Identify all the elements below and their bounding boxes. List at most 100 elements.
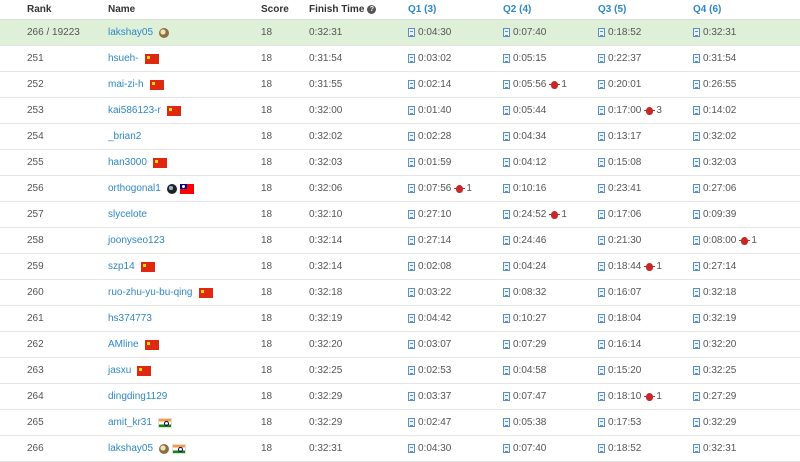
submission-doc-icon[interactable] [693,392,700,401]
username-link[interactable]: mai-zi-h [108,79,144,90]
submission-doc-icon[interactable] [598,80,605,89]
submission-doc-icon[interactable] [598,132,605,141]
submission-doc-icon[interactable] [598,314,605,323]
submission-doc-icon[interactable] [503,210,510,219]
submission-doc-icon[interactable] [408,288,415,297]
submission-doc-icon[interactable] [693,106,700,115]
header-q1-link[interactable]: Q1 (3) [408,4,436,15]
username-link[interactable]: orthogonal1 [108,183,161,194]
submission-doc-icon[interactable] [693,288,700,297]
username-link[interactable]: dingding1129 [108,391,167,402]
rank-cell: 257 [27,209,44,220]
header-q2-link[interactable]: Q2 (4) [503,4,531,15]
wrong-attempts: 1 [549,209,567,220]
submission-doc-icon[interactable] [503,184,510,193]
submission-doc-icon[interactable] [693,366,700,375]
username-link[interactable]: lakshay05 [108,443,153,454]
submission-doc-icon[interactable] [598,106,605,115]
header-q4[interactable]: Q4 (6) [693,0,721,19]
submission-doc-icon[interactable] [408,184,415,193]
submission-doc-icon[interactable] [503,340,510,349]
submission-doc-icon[interactable] [503,392,510,401]
username-link[interactable]: szp14 [108,261,135,272]
submission-doc-icon[interactable] [598,392,605,401]
submission-doc-icon[interactable] [408,418,415,427]
submission-doc-icon[interactable] [408,132,415,141]
submission-doc-icon[interactable] [503,28,510,37]
submission-doc-icon[interactable] [598,288,605,297]
submission-doc-icon[interactable] [408,262,415,271]
wrong-attempt-count: 1 [466,183,472,194]
username-link[interactable]: hs374773 [108,313,152,324]
submission-doc-icon[interactable] [598,28,605,37]
submission-doc-icon[interactable] [598,366,605,375]
solve-time: 0:03:02 [418,53,452,64]
submission-doc-icon[interactable] [408,236,415,245]
submission-doc-icon[interactable] [408,80,415,89]
submission-doc-icon[interactable] [693,158,700,167]
submission-doc-icon[interactable] [503,106,510,115]
submission-doc-icon[interactable] [598,236,605,245]
submission-doc-icon[interactable] [693,184,700,193]
submission-doc-icon[interactable] [503,54,510,63]
username-link[interactable]: amit_kr31 [108,417,152,428]
username-link[interactable]: kai586123-r [108,105,161,116]
submission-doc-icon[interactable] [598,418,605,427]
username-link[interactable]: slycelote [108,209,147,220]
username-link[interactable]: jasxu [108,365,131,376]
submission-doc-icon[interactable] [598,444,605,453]
submission-doc-icon[interactable] [693,80,700,89]
header-q4-link[interactable]: Q4 (6) [693,4,721,15]
submission-doc-icon[interactable] [503,158,510,167]
help-icon[interactable]: ? [367,5,377,14]
submission-doc-icon[interactable] [503,288,510,297]
submission-doc-icon[interactable] [693,262,700,271]
submission-doc-icon[interactable] [598,158,605,167]
submission-doc-icon[interactable] [598,262,605,271]
header-q2[interactable]: Q2 (4) [503,0,531,19]
header-q3[interactable]: Q3 (5) [598,0,626,19]
submission-doc-icon[interactable] [693,210,700,219]
submission-doc-icon[interactable] [503,80,510,89]
submission-doc-icon[interactable] [503,314,510,323]
submission-doc-icon[interactable] [598,340,605,349]
submission-doc-icon[interactable] [408,54,415,63]
submission-doc-icon[interactable] [598,54,605,63]
header-q1[interactable]: Q1 (3) [408,0,436,19]
submission-doc-icon[interactable] [503,262,510,271]
username-link[interactable]: _brian2 [108,131,141,142]
submission-doc-icon[interactable] [598,184,605,193]
header-q3-link[interactable]: Q3 (5) [598,4,626,15]
submission-doc-icon[interactable] [503,366,510,375]
submission-doc-icon[interactable] [693,444,700,453]
submission-doc-icon[interactable] [693,54,700,63]
username-link[interactable]: joonyseo123 [108,235,165,246]
username-link[interactable]: han3000 [108,157,147,168]
submission-doc-icon[interactable] [503,418,510,427]
submission-doc-icon[interactable] [408,314,415,323]
submission-doc-icon[interactable] [408,158,415,167]
username-link[interactable]: AMline [108,339,139,350]
submission-doc-icon[interactable] [693,340,700,349]
submission-doc-icon[interactable] [408,366,415,375]
username-link[interactable]: hsueh- [108,53,139,64]
username-link[interactable]: ruo-zhu-yu-bu-qing [108,287,193,298]
submission-doc-icon[interactable] [408,444,415,453]
submission-doc-icon[interactable] [693,314,700,323]
submission-doc-icon[interactable] [503,444,510,453]
table-row-current-user: 266 / 19223 lakshay05 18 0:32:31 0:04:30 0:07… [0,20,800,46]
submission-doc-icon[interactable] [408,210,415,219]
submission-doc-icon[interactable] [503,236,510,245]
submission-doc-icon[interactable] [693,132,700,141]
china-flag-icon [149,79,164,90]
submission-doc-icon[interactable] [693,28,700,37]
submission-doc-icon[interactable] [408,106,415,115]
submission-doc-icon[interactable] [598,210,605,219]
submission-doc-icon[interactable] [408,340,415,349]
submission-doc-icon[interactable] [503,132,510,141]
submission-doc-icon[interactable] [408,392,415,401]
username-link[interactable]: lakshay05 [108,27,153,38]
submission-doc-icon[interactable] [408,28,415,37]
submission-doc-icon[interactable] [693,418,700,427]
submission-doc-icon[interactable] [693,236,700,245]
